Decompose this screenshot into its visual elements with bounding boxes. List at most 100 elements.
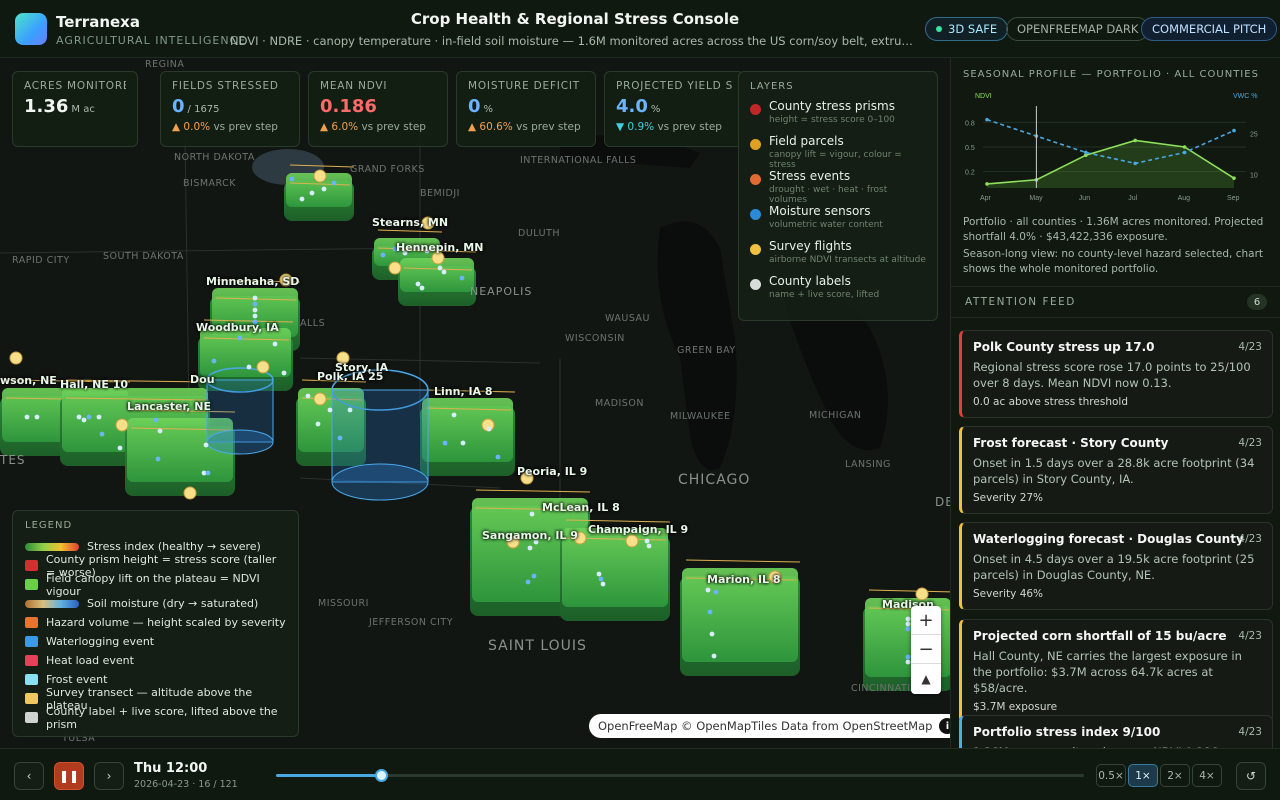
survey-flight-point[interactable] [388, 261, 402, 275]
zoom-in-button[interactable]: + [911, 606, 941, 635]
moisture-sensor[interactable] [305, 393, 311, 399]
county-label[interactable]: Sangamon, IL 9 [482, 529, 578, 542]
moisture-sensor[interactable] [380, 252, 386, 258]
moisture-sensor[interactable] [157, 428, 163, 434]
moisture-sensor[interactable] [705, 587, 711, 593]
moisture-sensor[interactable] [527, 545, 533, 551]
moisture-sensor[interactable] [905, 654, 911, 660]
moisture-sensor[interactable] [337, 435, 343, 441]
moisture-sensor[interactable] [252, 301, 258, 307]
moisture-sensor[interactable] [459, 275, 465, 281]
speed-option[interactable]: 0.5× [1096, 764, 1126, 787]
moisture-sensor[interactable] [529, 511, 535, 517]
county-label[interactable]: Dou [190, 373, 215, 386]
county-label[interactable]: Hennepin, MN [396, 241, 483, 254]
field-parcel-top[interactable] [422, 398, 513, 462]
county-label[interactable]: Minnehaha, SD [206, 275, 299, 288]
moisture-sensor[interactable] [327, 407, 333, 413]
moisture-sensor[interactable] [153, 417, 159, 423]
pitch-mode-toggle[interactable]: COMMERCIAL PITCH [1141, 17, 1278, 41]
moisture-sensor[interactable] [525, 579, 531, 585]
moisture-sensor[interactable] [205, 470, 211, 476]
county-label[interactable]: wson, NE [0, 374, 57, 387]
speed-option[interactable]: 1× [1128, 764, 1158, 787]
map-canvas[interactable]: REGINA NORTH DAKOTA BISMARCK GRAND FORKS… [0, 58, 950, 748]
layer-toggle[interactable]: County labels name + live score, lifted [750, 274, 926, 309]
moisture-sensor[interactable] [905, 616, 911, 622]
moisture-sensor[interactable] [272, 341, 278, 347]
county-label[interactable]: McLean, IL 8 [542, 501, 620, 514]
layer-toggle[interactable]: County stress prisms height = stress scor… [750, 99, 926, 134]
county-label[interactable]: Champaign, IL 9 [588, 523, 688, 536]
county-label[interactable]: Story, IA [335, 361, 388, 374]
moisture-sensor[interactable] [531, 573, 537, 579]
moisture-sensor[interactable] [442, 440, 448, 446]
moisture-sensor[interactable] [86, 414, 92, 420]
waterlogging-volume[interactable] [206, 367, 274, 455]
layer-toggle[interactable]: Survey flights airborne NDVI transects at… [750, 239, 926, 274]
feed-card[interactable]: Polk County stress up 17.0 4/23 Regional s… [959, 330, 1273, 418]
county-label[interactable]: Lancaster, NE [127, 400, 211, 413]
zoom-out-button[interactable]: − [911, 635, 941, 664]
county-label[interactable]: Stearns, MN [372, 216, 448, 229]
step-back-button[interactable]: ‹ [14, 762, 44, 790]
moisture-sensor[interactable] [24, 414, 30, 420]
moisture-sensor[interactable] [34, 414, 40, 420]
moisture-sensor[interactable] [299, 196, 305, 202]
moisture-sensor[interactable] [211, 358, 217, 364]
moisture-sensor[interactable] [252, 295, 258, 301]
step-forward-button[interactable]: › [94, 762, 124, 790]
moisture-sensor[interactable] [709, 631, 715, 637]
seasonal-profile-chart[interactable]: NDVI VWC % 0.8 0.5 0.2 25 10 Apr May Jun Jul Aug Sep [961, 88, 1271, 208]
moisture-sensor[interactable] [117, 445, 123, 451]
moisture-sensor[interactable] [347, 407, 353, 413]
moisture-sensor[interactable] [246, 364, 252, 370]
county-label[interactable]: Linn, IA 8 [434, 385, 493, 398]
survey-flight-point[interactable] [183, 486, 197, 500]
moisture-sensor[interactable] [441, 269, 447, 275]
feed-card[interactable]: Waterlogging forecast · Douglas County 4/… [959, 522, 1273, 610]
moisture-sensor[interactable] [437, 265, 443, 271]
moisture-sensor[interactable] [237, 335, 243, 341]
moisture-sensor[interactable] [155, 456, 161, 462]
timeline-handle[interactable] [375, 769, 389, 782]
layer-toggle[interactable]: Stress events drought · wet · heat · fros… [750, 169, 926, 205]
moisture-sensor[interactable] [315, 421, 321, 427]
moisture-sensor[interactable] [451, 412, 457, 418]
moisture-sensor[interactable] [415, 281, 421, 287]
moisture-sensor[interactable] [309, 190, 315, 196]
moisture-sensor[interactable] [646, 543, 652, 549]
moisture-sensor[interactable] [99, 431, 105, 437]
moisture-sensor[interactable] [711, 653, 717, 659]
moisture-sensor[interactable] [460, 440, 466, 446]
field-parcel-top[interactable] [200, 328, 291, 377]
feed-card[interactable]: Frost forecast · Story County 4/23 Onset i… [959, 426, 1273, 514]
moisture-sensor[interactable] [331, 180, 337, 186]
moisture-sensor[interactable] [281, 370, 287, 376]
info-icon[interactable]: i [939, 718, 950, 734]
moisture-sensor[interactable] [289, 176, 295, 182]
moisture-sensor[interactable] [252, 307, 258, 313]
moisture-sensor[interactable] [905, 626, 911, 632]
timeline-slider[interactable] [276, 769, 1084, 782]
frost-volume[interactable] [331, 369, 429, 501]
moisture-sensor[interactable] [252, 313, 258, 319]
moisture-sensor[interactable] [905, 659, 911, 665]
survey-flight-point[interactable] [625, 534, 639, 548]
moisture-sensor[interactable] [598, 576, 604, 582]
compass-button[interactable]: ▲ [911, 664, 941, 693]
survey-flight-point[interactable] [9, 351, 23, 365]
moisture-sensor[interactable] [707, 609, 713, 615]
moisture-sensor[interactable] [76, 414, 82, 420]
moisture-sensor[interactable] [419, 285, 425, 291]
moisture-sensor[interactable] [905, 621, 911, 627]
survey-flight-point[interactable] [115, 418, 129, 432]
moisture-sensor[interactable] [596, 571, 602, 577]
3d-safe-toggle[interactable]: 3D SAFE [925, 17, 1009, 41]
moisture-sensor[interactable] [600, 581, 606, 587]
moisture-sensor[interactable] [203, 442, 209, 448]
feed-card[interactable]: Projected corn shortfall of 15 bu/acre 4/… [959, 619, 1273, 723]
survey-flight-point[interactable] [256, 360, 270, 374]
survey-flight-point[interactable] [313, 169, 327, 183]
moisture-sensor[interactable] [713, 589, 719, 595]
